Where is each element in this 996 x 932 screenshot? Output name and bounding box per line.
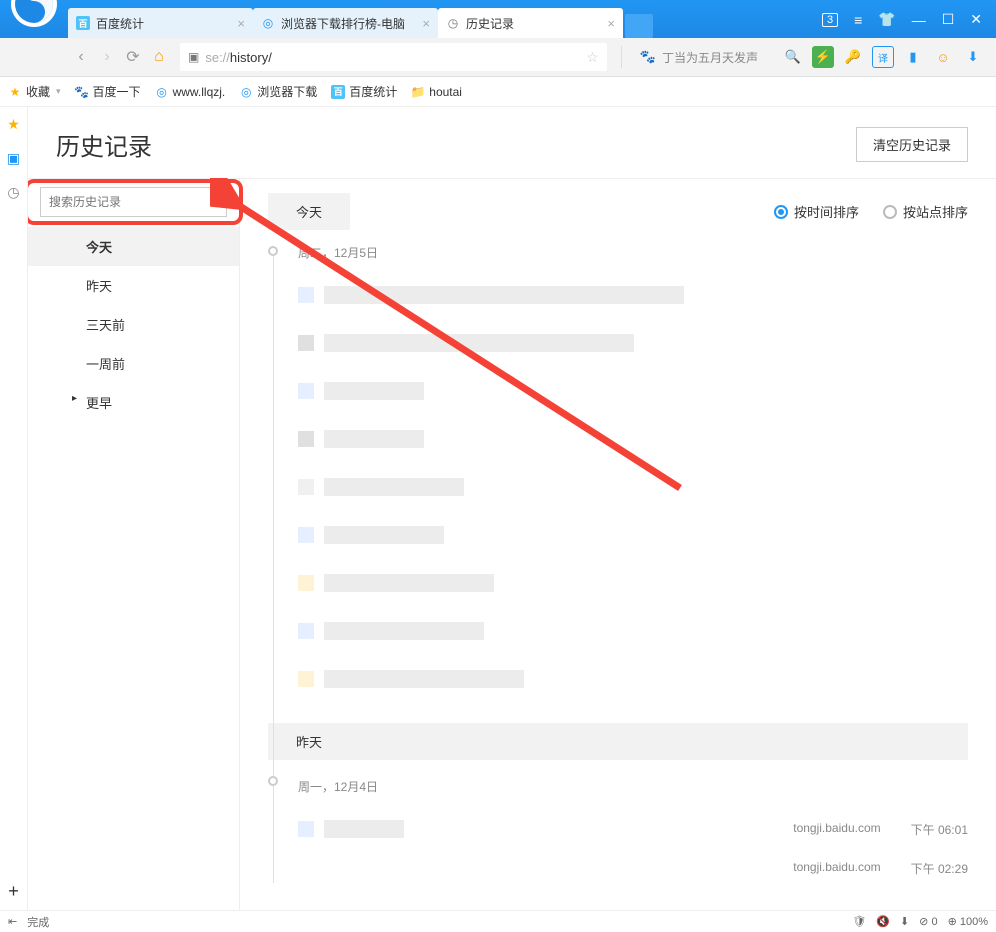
url-text: se://history/ xyxy=(205,50,580,65)
sort-by-time-radio[interactable]: 按时间排序 xyxy=(774,202,859,221)
history-sidebar: 今天 昨天 三天前 一周前 ▸更早 xyxy=(28,179,240,910)
tab-browser-rank[interactable]: ◎ 浏览器下载排行榜-电脑 × xyxy=(253,8,438,38)
close-icon[interactable]: × xyxy=(237,16,245,31)
history-item[interactable] xyxy=(298,463,968,511)
tab-label: 百度统计 xyxy=(96,15,144,32)
tab-favicon: ◎ xyxy=(261,16,275,30)
bookmark-baidu-stats[interactable]: 百百度统计 xyxy=(331,83,397,100)
section-yesterday-chip: 昨天 xyxy=(268,723,968,760)
reload-button[interactable]: ⟳ xyxy=(120,44,146,70)
rail-history-icon[interactable]: ◷ xyxy=(5,183,23,201)
history-item[interactable] xyxy=(298,271,968,319)
history-item[interactable] xyxy=(298,319,968,367)
zoom-control[interactable]: ⊕ 100% xyxy=(948,915,988,928)
bookmark-houtai[interactable]: 📁houtai xyxy=(411,85,462,99)
paw-icon: 🐾 xyxy=(75,85,89,99)
hot-search-text[interactable]: 丁当为五月天发声 xyxy=(662,49,758,66)
key-icon[interactable]: 🔑 xyxy=(842,46,864,68)
bookmark-browser-dl[interactable]: ◎浏览器下载 xyxy=(239,83,317,100)
skin-icon[interactable]: 👕 xyxy=(878,11,895,28)
section-today-chip: 今天 xyxy=(268,193,350,230)
tab-label: 历史记录 xyxy=(466,15,514,32)
chevron-right-icon: ▸ xyxy=(72,393,77,404)
nav-earlier[interactable]: ▸更早 xyxy=(28,383,239,422)
search-history-input[interactable] xyxy=(40,187,227,217)
emoji-icon[interactable]: ☺ xyxy=(932,46,954,68)
history-item[interactable] xyxy=(298,655,968,703)
date-label: 周二，12月5日 xyxy=(298,244,968,261)
nav-yesterday[interactable]: 昨天 xyxy=(28,266,239,305)
window-count-badge[interactable]: 3 xyxy=(822,13,838,27)
history-item[interactable] xyxy=(298,559,968,607)
bookmark-star-icon[interactable]: ☆ xyxy=(586,49,599,66)
site-identity-icon: ▣ xyxy=(188,50,199,64)
bookmark-baidu[interactable]: 🐾百度一下 xyxy=(75,83,141,100)
sort-by-site-radio[interactable]: 按站点排序 xyxy=(883,202,968,221)
maximize-icon[interactable]: ☐ xyxy=(942,11,955,28)
lightning-icon[interactable]: ⚡ xyxy=(812,46,834,68)
paw-icon: 🐾 xyxy=(640,49,656,65)
rail-add-icon[interactable]: + xyxy=(5,882,23,900)
translate-icon[interactable]: 译 xyxy=(872,46,894,68)
close-icon[interactable]: × xyxy=(607,16,615,31)
ad-block-badge[interactable]: ⊘ 0 xyxy=(919,915,937,928)
radio-off-icon xyxy=(883,205,897,219)
back-button[interactable]: ‹ xyxy=(68,44,94,70)
rail-favorites-icon[interactable]: ★ xyxy=(5,115,23,133)
download-status-icon[interactable]: ⬇ xyxy=(900,915,909,928)
rail-book-icon[interactable]: ▣ xyxy=(5,149,23,167)
search-icon[interactable]: 🔍 xyxy=(782,46,804,68)
address-bar[interactable]: ▣ se://history/ ☆ xyxy=(180,43,607,71)
tab-history[interactable]: ◷ 历史记录 × xyxy=(438,8,623,38)
clear-history-button[interactable]: 清空历史记录 xyxy=(856,127,968,162)
status-bar: ⇤ 完成 🛡 🔇 ⬇ ⊘ 0 ⊕ 100% xyxy=(0,910,996,932)
forward-button[interactable]: › xyxy=(94,44,120,70)
tab-favicon: 百 xyxy=(76,16,90,30)
date-label: 周一，12月4日 xyxy=(298,778,968,795)
folder-icon: 📁 xyxy=(411,85,425,99)
status-text: 完成 xyxy=(27,914,49,930)
tab-baidu-stats[interactable]: 百 百度统计 × xyxy=(68,8,253,38)
star-icon: ★ xyxy=(8,85,22,99)
page-title: 历史记录 xyxy=(56,127,152,162)
close-icon[interactable]: × xyxy=(422,16,430,31)
timeline-dot xyxy=(268,776,278,786)
nav-today[interactable]: 今天 xyxy=(28,227,239,266)
history-item[interactable] xyxy=(298,607,968,655)
history-item[interactable] xyxy=(298,511,968,559)
timeline-dot xyxy=(268,246,278,256)
bookmark-llqzj[interactable]: ◎www.llqzj. xyxy=(155,85,226,99)
browser-logo xyxy=(0,0,68,38)
menu-icon[interactable]: ≡ xyxy=(854,12,862,28)
bookmarks-bar: ★收藏▾ 🐾百度一下 ◎www.llqzj. ◎浏览器下载 百百度统计 📁hou… xyxy=(0,77,996,107)
nav-3days[interactable]: 三天前 xyxy=(28,305,239,344)
minimize-icon[interactable]: — xyxy=(912,12,926,28)
mute-icon[interactable]: 🔇 xyxy=(876,915,890,928)
download-icon[interactable]: ⬇ xyxy=(962,46,984,68)
shield-icon[interactable]: 🛡 xyxy=(852,915,866,928)
history-item[interactable]: tongji.baidu.com下午 02:29 xyxy=(298,853,968,883)
target-icon: ◎ xyxy=(239,85,253,99)
box-icon: 百 xyxy=(331,85,345,99)
radio-on-icon xyxy=(774,205,788,219)
clock-icon: ◷ xyxy=(446,16,460,30)
new-tab-button[interactable] xyxy=(625,14,653,38)
book-icon[interactable]: ▮ xyxy=(902,46,924,68)
history-item[interactable]: tongji.baidu.com下午 06:01 xyxy=(298,805,968,853)
panel-toggle-icon[interactable]: ⇤ xyxy=(8,915,17,928)
home-button[interactable]: ⌂ xyxy=(146,44,172,70)
target-icon: ◎ xyxy=(155,85,169,99)
tab-label: 浏览器下载排行榜-电脑 xyxy=(281,15,405,32)
side-rail: ★ ▣ ◷ + xyxy=(0,107,28,910)
history-item[interactable] xyxy=(298,415,968,463)
nav-week[interactable]: 一周前 xyxy=(28,344,239,383)
history-item[interactable] xyxy=(298,367,968,415)
bookmark-favorites[interactable]: ★收藏▾ xyxy=(8,83,61,100)
close-window-icon[interactable]: ✕ xyxy=(970,11,982,28)
